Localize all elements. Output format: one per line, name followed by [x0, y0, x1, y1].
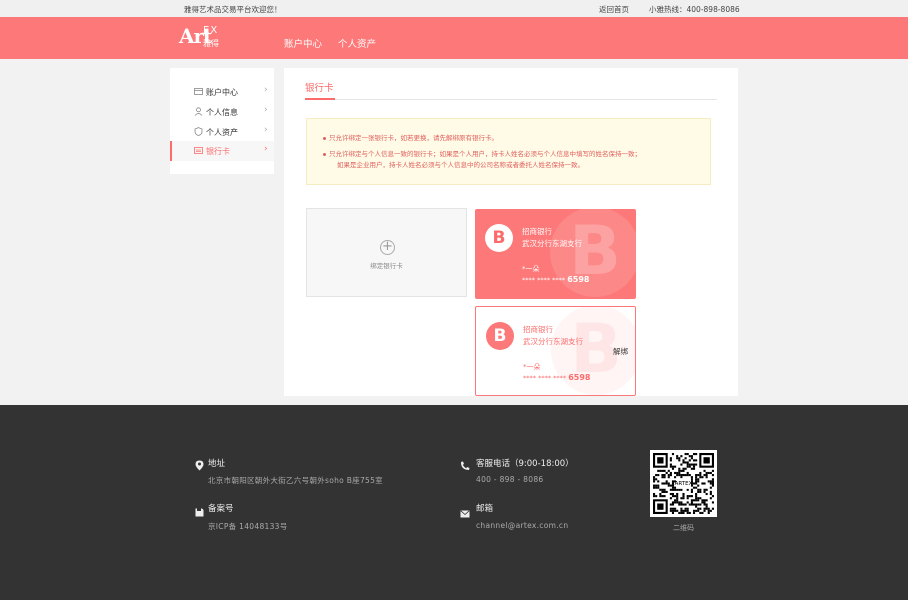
sidebar-item-label: 个人信息 [206, 108, 238, 117]
nav-account-center[interactable]: 账户中心 [284, 36, 322, 50]
notice-line-2: 只允许绑定与个人信息一致的银行卡；如果是个人用户，持卡人姓名必须与个人信息中填写… [329, 150, 641, 158]
notice-line-3: 如果是企业用户，持卡人姓名必须与个人信息中的公司名称或者委托人姓名保持一致。 [337, 161, 584, 169]
qr-code-image: ARTEX [653, 453, 714, 514]
card-number-tail: 6598 [568, 373, 591, 382]
save-disk-icon [195, 502, 205, 517]
user-icon [194, 107, 203, 116]
footer: 地址 北京市朝阳区朝外大街乙六号朝外soho B座755室 备案号 京ICP备 … [0, 405, 908, 600]
chevron-right-icon: › [264, 105, 268, 115]
chevron-right-icon: › [264, 144, 268, 154]
bank-branch: 武汉分行东湖支行 [523, 337, 583, 346]
svg-text:ARTEX: ARTEX [675, 481, 693, 487]
sidebar-item-label: 银行卡 [206, 147, 230, 156]
add-card-label: 绑定银行卡 [370, 262, 403, 270]
chevron-right-icon: › [264, 125, 268, 135]
bank-branch: 武汉分行东湖支行 [522, 239, 582, 248]
hotline-text: 小雅热线：400-898-8086 [649, 5, 740, 14]
bank-card[interactable]: B B 招商银行 武汉分行东湖支行 *一朵 **** **** **** 659… [475, 209, 636, 299]
phone-value: 400 - 898 - 8086 [476, 475, 544, 484]
sidebar-item-account-center[interactable]: 账户中心 › [170, 82, 274, 102]
icp-value: 京ICP备 14048133号 [208, 522, 288, 531]
card-number-tail: 6598 [567, 275, 590, 284]
page-title: 银行卡 [305, 83, 334, 94]
sidebar-item-personal-assets[interactable]: 个人资产 › [170, 122, 274, 142]
bank-card[interactable]: B B 招商银行 武汉分行东湖支行 *一朵 **** **** **** 659… [475, 306, 636, 396]
sidebar-item-label: 个人资产 [206, 128, 238, 137]
home-link[interactable]: 返回首页 [599, 4, 629, 15]
card-number: **** **** **** 6598 [523, 373, 590, 382]
unbind-button[interactable]: 解绑 [613, 346, 628, 357]
main-panel: 银行卡 只允许绑定一张银行卡，如若更换，请先解绑原有银行卡。 只允许绑定与个人信… [284, 68, 738, 396]
title-divider [305, 99, 717, 100]
notice-box: 只允许绑定一张银行卡，如若更换，请先解绑原有银行卡。 只允许绑定与个人信息一致的… [306, 118, 711, 185]
chevron-right-icon: › [264, 85, 268, 95]
email-title: 邮箱 [476, 504, 494, 514]
card-icon [194, 146, 203, 155]
card-holder: *一朵 [522, 265, 540, 273]
phone-icon [460, 456, 470, 470]
logo-ex-text: EX [203, 25, 219, 36]
top-bar: 雅得艺术品交易平台欢迎您！ 返回首页 小雅热线：400-898-8086 [0, 0, 908, 17]
card-number-mask: **** **** **** [522, 276, 566, 284]
qr-code: ARTEX [650, 450, 717, 517]
wallet-icon [194, 87, 203, 96]
address-title: 地址 [208, 459, 226, 469]
icp-title: 备案号 [208, 504, 234, 514]
title-active-underline [305, 98, 335, 100]
nav-personal-assets[interactable]: 个人资产 [338, 36, 376, 50]
sidebar: 账户中心 › 个人信息 › 个人资产 › 银行卡 › [170, 68, 274, 174]
plus-icon: + [380, 240, 395, 255]
header: Art EX 雅得 账户中心 个人资产 [0, 17, 908, 59]
sidebar-item-personal-info[interactable]: 个人信息 › [170, 102, 274, 122]
qr-code-label: 二维码 [673, 524, 694, 532]
address-value: 北京市朝阳区朝外大街乙六号朝外soho B座755室 [208, 476, 383, 485]
bullet-dot [323, 137, 326, 140]
card-number: **** **** **** 6598 [522, 275, 589, 284]
phone-title: 客服电话（9:00-18:00） [476, 459, 574, 469]
welcome-text: 雅得艺术品交易平台欢迎您！ [184, 5, 282, 14]
bank-name: 招商银行 [523, 325, 553, 334]
shield-icon [194, 127, 203, 136]
sidebar-item-label: 账户中心 [206, 88, 238, 97]
card-holder: *一朵 [523, 363, 541, 371]
bank-name: 招商银行 [522, 227, 552, 236]
artex-logo[interactable]: Art EX 雅得 [179, 24, 223, 52]
mail-icon [460, 503, 470, 518]
bullet-dot [323, 153, 326, 156]
logo-cn-text: 雅得 [203, 39, 219, 48]
bank-logo-icon: B [485, 224, 513, 252]
add-bank-card-button[interactable]: + 绑定银行卡 [306, 208, 467, 297]
bank-logo-icon: B [486, 322, 514, 350]
location-pin-icon [195, 456, 205, 471]
email-value[interactable]: channel@artex.com.cn [476, 521, 568, 530]
card-number-mask: **** **** **** [523, 374, 567, 382]
notice-line-1: 只允许绑定一张银行卡，如若更换，请先解绑原有银行卡。 [329, 134, 498, 142]
sidebar-item-bank-card[interactable]: 银行卡 › [170, 141, 274, 161]
